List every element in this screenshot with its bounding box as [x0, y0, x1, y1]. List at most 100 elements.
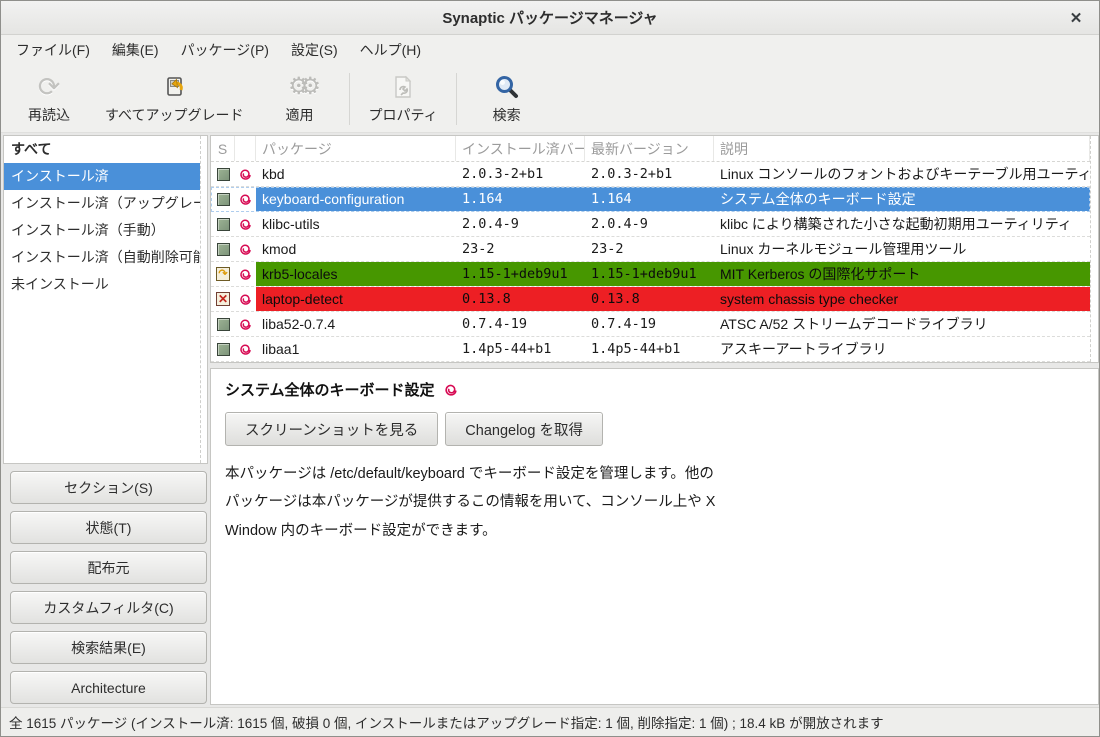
package-name: keyboard-configuration [256, 187, 456, 211]
latest-version: 0.7.4-19 [585, 312, 714, 336]
latest-version: 1.4p5-44+b1 [585, 337, 714, 361]
package-description: klibc により構築された小さな起動初期用ユーティリティ [714, 212, 1090, 236]
package-name: kbd [256, 162, 456, 186]
status-upgrade-icon: ↷ [216, 267, 230, 281]
installed-version: 23-2 [456, 237, 585, 261]
package-name: klibc-utils [256, 212, 456, 236]
column-header-latest-version[interactable]: 最新バージョン [585, 136, 714, 161]
debian-swirl-icon [443, 382, 459, 398]
left-pane: すべて インストール済 インストール済（アップグレード可） インストール済（手動… [3, 135, 208, 705]
apply-gears-icon: ⚙⚙ [288, 72, 311, 102]
package-description: system chassis type checker [714, 287, 1090, 311]
toolbar-separator [349, 73, 350, 125]
reload-label: 再読込 [28, 105, 70, 125]
latest-version: 2.0.4-9 [585, 212, 714, 236]
package-table: S パッケージ インストール済バージョン 最新バージョン 説明 kbd 2.0.… [210, 135, 1099, 363]
properties-label: プロパティ [368, 105, 437, 125]
status-button[interactable]: 状態(T) [10, 511, 207, 544]
toolbar: ⟳ 再読込 すべてアップグレード ⚙⚙ 適用 [1, 65, 1099, 133]
package-description: Linux コンソールのフォントおよびキーテーブル用ユーティリティ [714, 162, 1090, 186]
column-header-status[interactable]: S [211, 136, 235, 161]
debian-swirl-icon [238, 317, 253, 332]
table-row-selected[interactable]: keyboard-configuration 1.164 1.164 システム全… [211, 187, 1090, 212]
installed-version: 1.164 [456, 187, 585, 211]
upgrade-all-label: すべてアップグレード [105, 105, 243, 125]
installed-version: 2.0.3-2+b1 [456, 162, 585, 186]
package-name: laptop-detect [256, 287, 456, 311]
filter-item-all[interactable]: すべて [4, 136, 200, 163]
status-installed-icon [217, 218, 230, 231]
table-row[interactable]: kmod 23-2 23-2 Linux カーネルモジュール管理用ツール [211, 237, 1090, 262]
get-screenshot-button[interactable]: スクリーンショットを見る [225, 412, 438, 446]
filter-item-installed-autoremovable[interactable]: インストール済（自動削除可能） [4, 244, 200, 271]
filter-buttons: セクション(S) 状態(T) 配布元 カスタムフィルタ(C) 検索結果(E) A… [3, 464, 208, 705]
origin-button[interactable]: 配布元 [10, 551, 207, 584]
filter-item-not-installed[interactable]: 未インストール [4, 271, 200, 298]
architecture-button[interactable]: Architecture [10, 671, 207, 704]
menu-help[interactable]: ヘルプ(H) [349, 35, 432, 65]
filter-item-installed-manual[interactable]: インストール済（手動） [4, 217, 200, 244]
column-header-description[interactable]: 説明 [714, 136, 1090, 161]
status-installed-icon [217, 168, 230, 181]
reload-icon: ⟳ [38, 72, 61, 102]
installed-version: 1.4p5-44+b1 [456, 337, 585, 361]
menu-file[interactable]: ファイル(F) [5, 35, 101, 65]
get-changelog-button[interactable]: Changelog を取得 [445, 412, 603, 446]
latest-version: 23-2 [585, 237, 714, 261]
table-row[interactable]: liba52-0.7.4 0.7.4-19 0.7.4-19 ATSC A/52… [211, 312, 1090, 337]
package-name: kmod [256, 237, 456, 261]
apply-button[interactable]: ⚙⚙ 適用 [255, 68, 343, 129]
debian-swirl-icon [238, 292, 253, 307]
debian-swirl-icon [238, 192, 253, 207]
search-button[interactable]: 検索 [463, 68, 551, 129]
apply-label: 適用 [285, 105, 313, 125]
installed-version: 1.15-1+deb9u1 [456, 262, 585, 286]
package-name: libaa1 [256, 337, 456, 361]
status-installed-icon [217, 193, 230, 206]
window-title: Synaptic パッケージマネージャ [442, 7, 657, 28]
menu-settings[interactable]: 設定(S) [280, 35, 349, 65]
status-installed-icon [217, 243, 230, 256]
search-results-button[interactable]: 検索結果(E) [10, 631, 207, 664]
column-header-icon[interactable] [235, 136, 256, 161]
debian-swirl-icon [238, 217, 253, 232]
package-name: krb5-locales [256, 262, 456, 286]
latest-version: 0.13.8 [585, 287, 714, 311]
menu-edit[interactable]: 編集(E) [101, 35, 170, 65]
table-row-marked-remove[interactable]: ✕ laptop-detect 0.13.8 0.13.8 system cha… [211, 287, 1090, 312]
custom-filters-button[interactable]: カスタムフィルタ(C) [10, 591, 207, 624]
details-title: システム全体のキーボード設定 [225, 379, 435, 400]
table-row-marked-upgrade[interactable]: ↷ krb5-locales 1.15-1+deb9u1 1.15-1+deb9… [211, 262, 1090, 287]
package-description: Linux カーネルモジュール管理用ツール [714, 237, 1090, 261]
close-icon[interactable]: ✕ [1065, 7, 1087, 29]
sections-button[interactable]: セクション(S) [10, 471, 207, 504]
status-text: 全 1615 パッケージ (インストール済: 1615 個, 破損 0 個, イ… [9, 712, 884, 732]
table-row[interactable]: klibc-utils 2.0.4-9 2.0.4-9 klibc により構築さ… [211, 212, 1090, 237]
debian-swirl-icon [238, 267, 253, 282]
search-icon [494, 72, 520, 102]
status-installed-icon [217, 343, 230, 356]
reload-button[interactable]: ⟳ 再読込 [5, 68, 93, 129]
column-header-package[interactable]: パッケージ [256, 136, 456, 161]
package-description: アスキーアートライブラリ [714, 337, 1090, 361]
debian-swirl-icon [238, 167, 253, 182]
column-header-installed-version[interactable]: インストール済バージョン [456, 136, 585, 161]
menu-package[interactable]: パッケージ(P) [170, 35, 280, 65]
status-bar: 全 1615 パッケージ (インストール済: 1615 個, 破損 0 個, イ… [1, 707, 1099, 736]
filter-item-installed-upgradable[interactable]: インストール済（アップグレード可） [4, 190, 200, 217]
installed-version: 0.13.8 [456, 287, 585, 311]
upgrade-all-icon [161, 72, 187, 102]
filter-item-installed[interactable]: インストール済 [4, 163, 200, 190]
properties-button[interactable]: プロパティ [356, 68, 449, 129]
table-row[interactable]: kbd 2.0.3-2+b1 2.0.3-2+b1 Linux コンソールのフォ… [211, 162, 1090, 187]
upgrade-all-button[interactable]: すべてアップグレード [93, 68, 255, 129]
package-details-pane: システム全体のキーボード設定 スクリーンショットを見る Changelog を取… [210, 368, 1099, 705]
title-bar[interactable]: Synaptic パッケージマネージャ ✕ [1, 1, 1099, 35]
table-row[interactable]: libaa1 1.4p5-44+b1 1.4p5-44+b1 アスキーアートライ… [211, 337, 1090, 362]
menu-bar: ファイル(F) 編集(E) パッケージ(P) 設定(S) ヘルプ(H) [1, 35, 1099, 65]
status-installed-icon [217, 318, 230, 331]
properties-icon [391, 72, 415, 102]
package-description: ATSC A/52 ストリームデコードライブラリ [714, 312, 1090, 336]
status-remove-icon: ✕ [216, 292, 230, 306]
search-label: 検索 [493, 105, 521, 125]
